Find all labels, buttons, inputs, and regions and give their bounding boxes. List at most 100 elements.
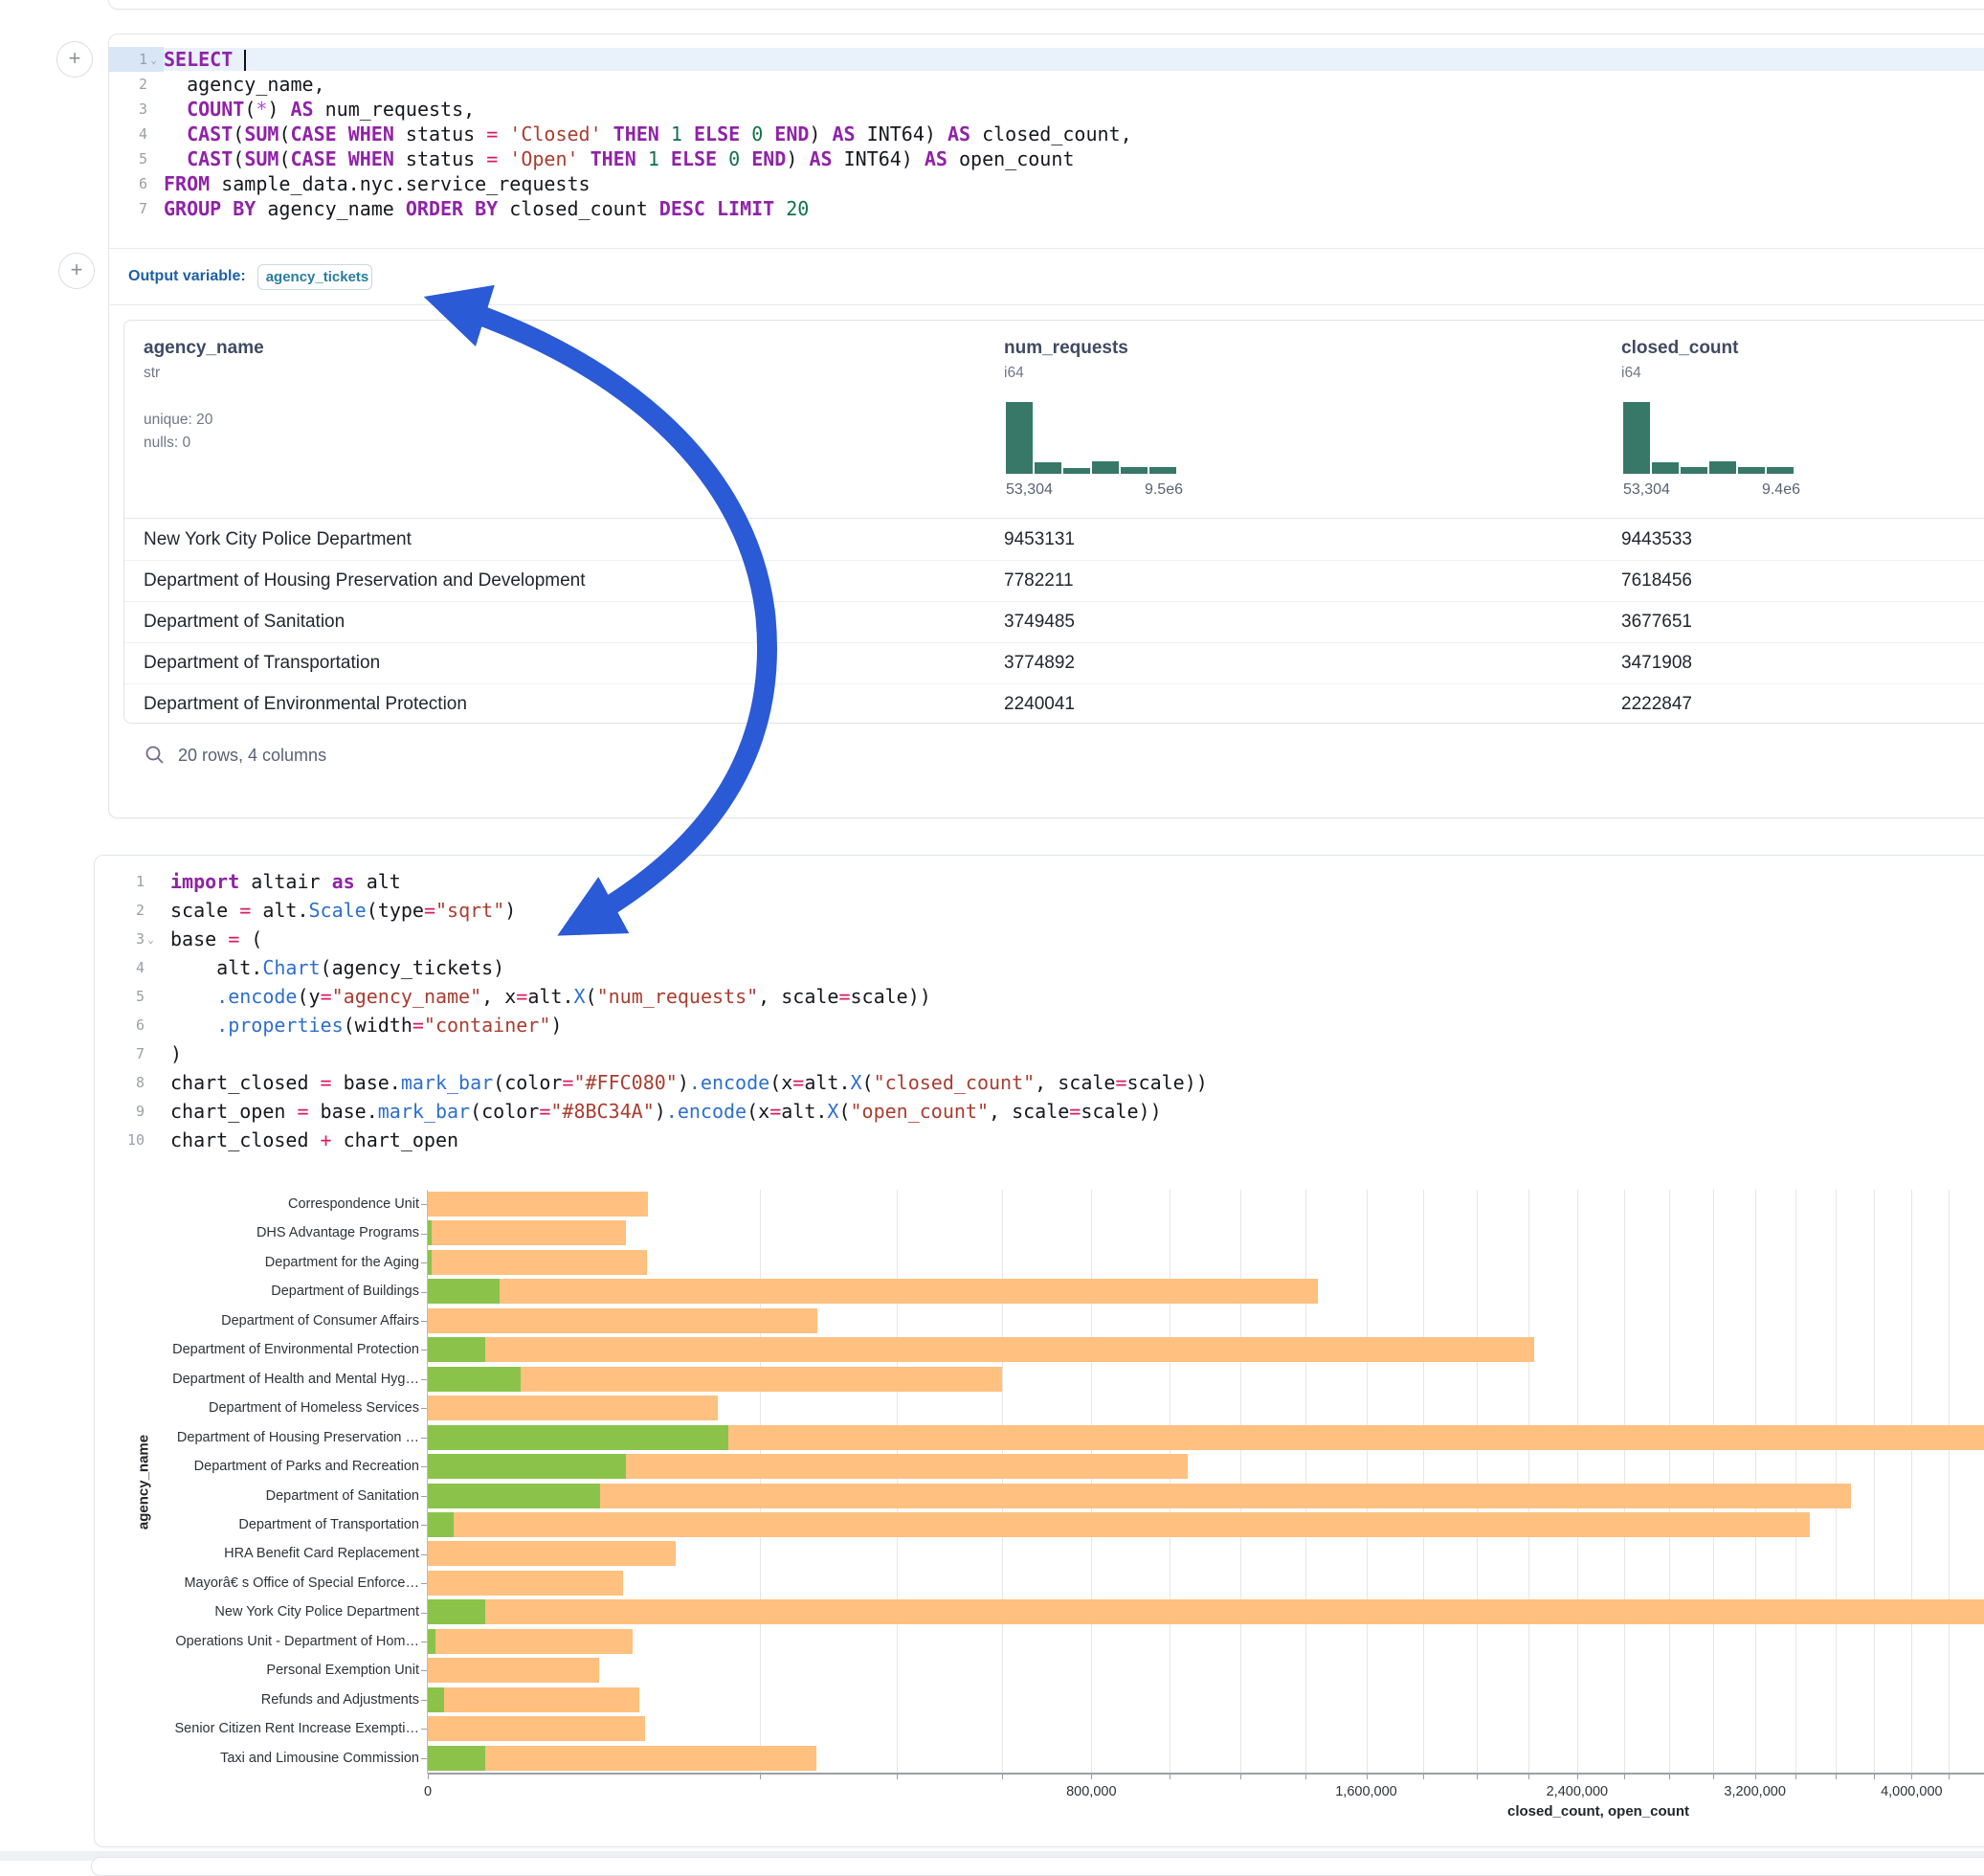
code-token: = [321, 985, 332, 1008]
sql-line: 4 CAST(SUM(CASE WHEN status = 'Closed' T… [109, 122, 1984, 146]
code-token: "closed_count" [874, 1071, 1036, 1094]
histogram-max-label: 9.5e6 [1145, 481, 1183, 499]
gridline [1624, 1190, 1625, 1773]
x-axis-line [428, 1773, 1984, 1775]
code-line[interactable]: FROM sample_data.nyc.service_requests [164, 172, 1984, 195]
code-token [717, 147, 728, 170]
line-gutter: 9 [95, 1097, 170, 1126]
bar-open [428, 1250, 432, 1275]
code-token: = [297, 1100, 308, 1123]
y-axis-label: Department of Health and Mental Hyg… [172, 1365, 419, 1394]
sql-code-editor[interactable]: 1⌄SELECT 2 agency_name,3 COUNT(*) AS num… [109, 47, 1984, 221]
code-line[interactable]: chart_closed = base.mark_bar(color="#FFC… [170, 1071, 1984, 1094]
x-tick-label: 1,600,000 [1335, 1784, 1397, 1799]
table-footer-text: 20 rows, 4 columns [178, 746, 326, 766]
bar-closed [428, 1687, 639, 1712]
code-token: as [332, 870, 355, 893]
code-line[interactable]: .properties(width="container") [170, 1014, 1984, 1037]
code-token: FROM [164, 172, 210, 195]
code-token [164, 98, 187, 121]
bar-open [428, 1484, 600, 1508]
code-token [337, 123, 348, 145]
y-axis-label: Operations Unit - Department of Hom… [175, 1627, 419, 1656]
code-token [602, 123, 613, 145]
fold-chevron-icon[interactable]: ⌄ [145, 933, 157, 946]
gridline [1423, 1190, 1424, 1773]
x-tick-mark [1091, 1774, 1092, 1779]
y-axis-label: Department of Sanitation [266, 1482, 419, 1510]
y-axis-label: DHS Advantage Programs [256, 1218, 419, 1247]
add-cell-button-top[interactable]: + [56, 41, 93, 78]
code-line[interactable]: SELECT [164, 48, 1984, 72]
code-line[interactable]: CAST(SUM(CASE WHEN status = 'Closed' THE… [164, 123, 1984, 145]
line-gutter: 2 [95, 896, 170, 925]
gridline [1477, 1190, 1478, 1773]
code-token: agency_name, [164, 73, 325, 96]
code-line[interactable]: scale = alt.Scale(type="sqrt") [170, 899, 1984, 922]
code-token: alt. [781, 1100, 827, 1123]
code-token: INT64) [856, 123, 947, 145]
results-table-header: agency_namestrunique: 20nulls: 0num_requ… [124, 321, 1984, 519]
line-number: 1 [139, 51, 147, 68]
bar-open [428, 1454, 626, 1479]
line-gutter: 10 [95, 1126, 170, 1154]
column-stats: unique: 20nulls: 0 [144, 409, 264, 455]
column-type: str [144, 365, 264, 382]
gridline [1713, 1190, 1714, 1773]
code-line[interactable]: chart_open = base.mark_bar(color="#8BC34… [170, 1100, 1984, 1123]
code-line[interactable]: .encode(y="agency_name", x=alt.X("num_re… [170, 985, 1984, 1008]
code-token [164, 123, 187, 145]
python-line: 9chart_open = base.mark_bar(color="#8BC3… [95, 1097, 1984, 1126]
python-code-editor[interactable]: 1import altair as alt2scale = alt.Scale(… [95, 867, 1984, 1154]
line-gutter: 4 [95, 953, 170, 982]
code-token: = [1115, 1071, 1126, 1094]
code-line[interactable]: agency_name, [164, 73, 1984, 96]
x-tick-mark [1874, 1774, 1875, 1779]
table-footer[interactable]: 20 rows, 4 columns [145, 745, 326, 766]
code-line[interactable]: alt.Chart(agency_tickets) [170, 956, 1984, 979]
histogram-bar [1006, 402, 1033, 474]
code-line[interactable]: GROUP BY agency_name ORDER BY closed_cou… [164, 197, 1984, 220]
table-row: Department of Environmental Protection22… [124, 683, 1984, 724]
sql-line: 3 COUNT(*) AS num_requests, [109, 97, 1984, 122]
output-variable-pill[interactable]: agency_tickets [257, 264, 372, 290]
code-token: , x [481, 985, 516, 1008]
x-tick-mark [1795, 1774, 1796, 1779]
code-token [498, 147, 509, 170]
code-line[interactable]: CAST(SUM(CASE WHEN status = 'Open' THEN … [164, 147, 1984, 170]
code-line[interactable]: COUNT(*) AS num_requests, [164, 98, 1984, 121]
x-tick-label: 3,200,000 [1724, 1784, 1786, 1799]
output-variable-label: Output variable: [128, 268, 246, 285]
text-cursor [244, 50, 246, 71]
gridline [1836, 1190, 1837, 1773]
column-type: i64 [1004, 365, 1128, 382]
code-token: .encode [689, 1071, 769, 1094]
code-token: , scale [758, 985, 838, 1008]
y-axis-label: Department of Transportation [238, 1510, 419, 1539]
next-cell-edge [91, 1857, 1984, 1876]
y-axis-title: agency_name [136, 1430, 152, 1535]
code-token: scale)) [1081, 1100, 1161, 1123]
column-name: num_requests [1004, 338, 1128, 359]
code-token: .encode [666, 1100, 747, 1123]
code-line[interactable]: chart_closed + chart_open [170, 1128, 1984, 1151]
bar-closed [428, 1658, 599, 1683]
code-token: = [539, 1100, 550, 1123]
fold-chevron-icon[interactable]: ⌄ [147, 54, 160, 66]
gridline [1240, 1190, 1241, 1773]
code-token: CASE [290, 147, 336, 170]
line-gutter: 1 [95, 867, 170, 896]
code-line[interactable]: ) [170, 1042, 1984, 1065]
add-cell-button-middle[interactable]: + [58, 253, 95, 289]
code-token: status [394, 123, 486, 145]
code-token: ) [678, 1071, 689, 1094]
histogram-range-labels: 53,3049.5e6 [1006, 481, 1183, 499]
bar-closed [428, 1541, 676, 1566]
code-token: WHEN [348, 123, 394, 145]
bar-closed [428, 1308, 817, 1333]
histogram-bar [1623, 402, 1650, 474]
code-token: (type [367, 899, 424, 922]
code-line[interactable]: import altair as alt [170, 870, 1984, 893]
bar-open [428, 1220, 432, 1245]
code-line[interactable]: base = ( [170, 927, 1984, 950]
